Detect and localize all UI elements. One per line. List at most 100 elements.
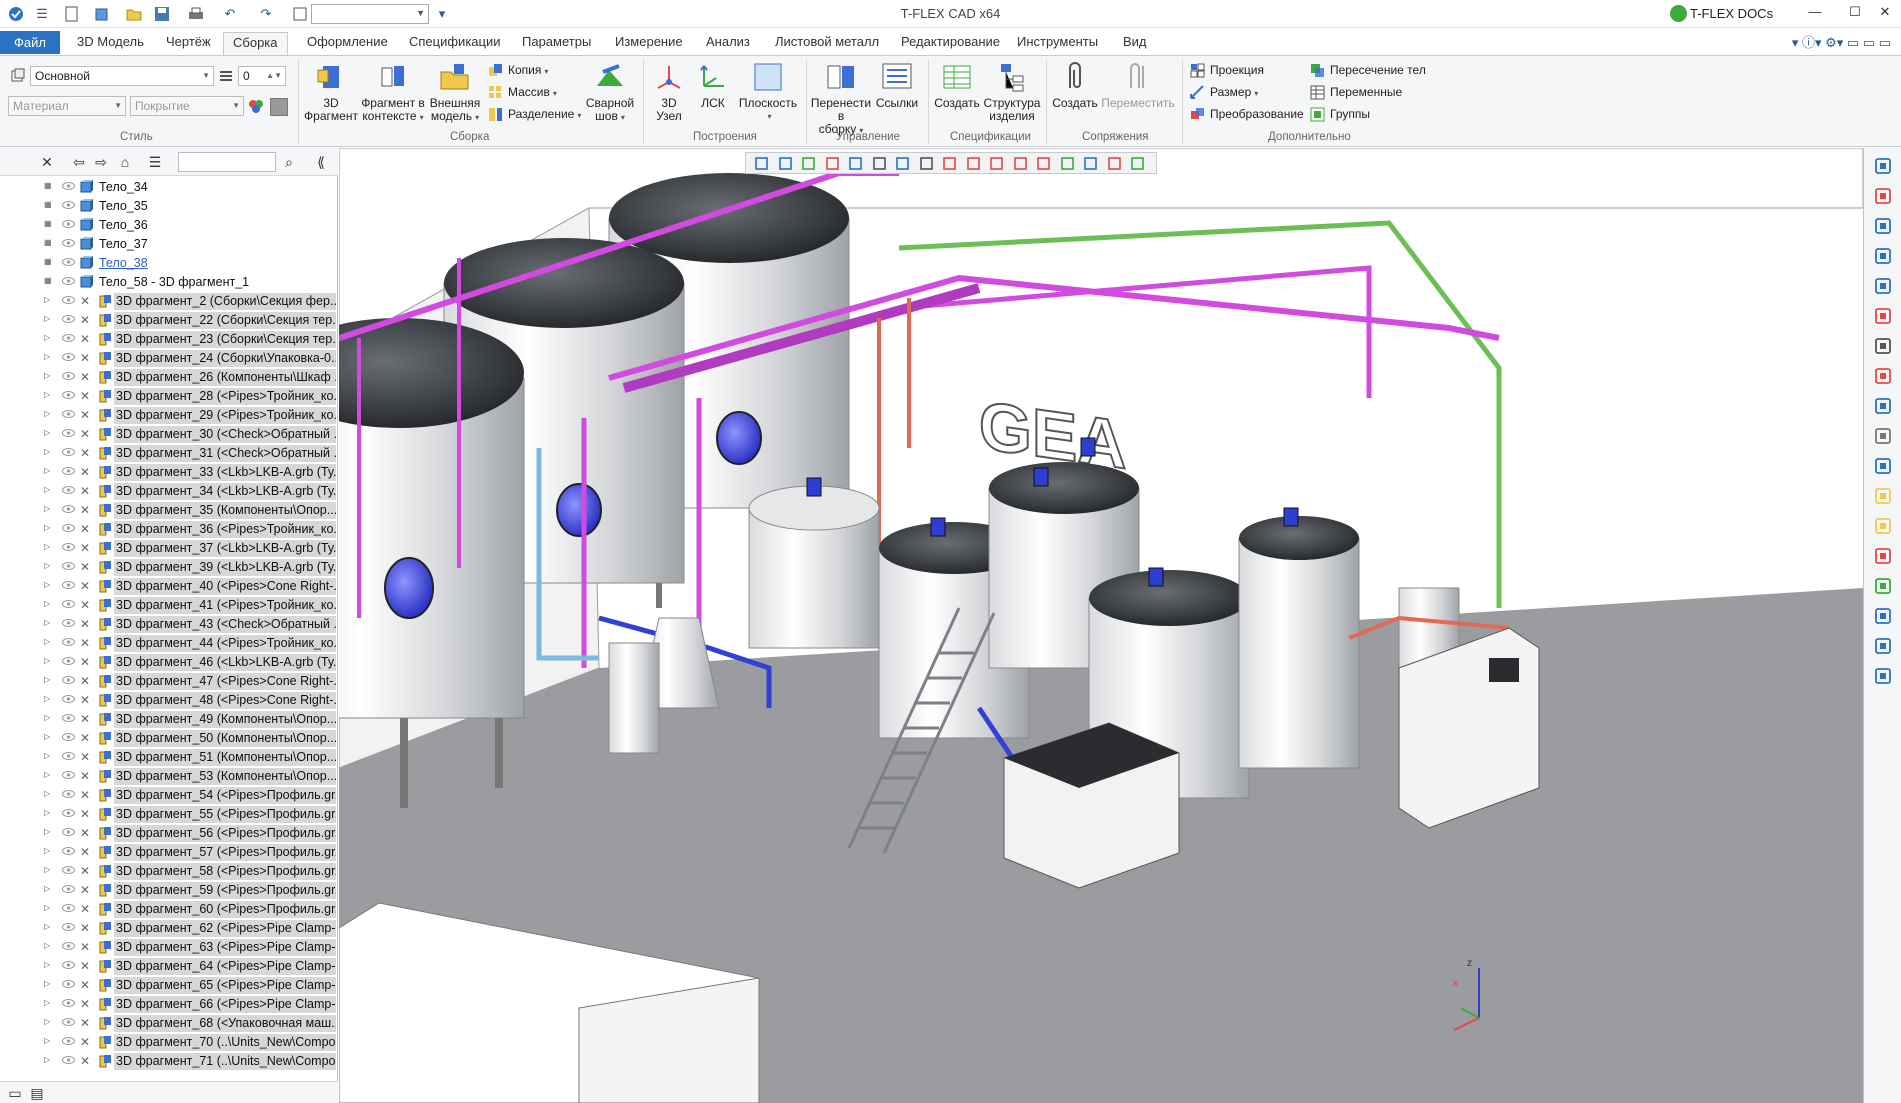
panel-tab-2-icon[interactable]: ▤ bbox=[28, 1084, 46, 1102]
expand-arrow-icon[interactable]: ▷ bbox=[44, 333, 50, 342]
exclude-icon[interactable]: ✕ bbox=[80, 921, 90, 935]
eye-icon[interactable] bbox=[62, 523, 75, 533]
eye-icon[interactable] bbox=[62, 390, 75, 400]
drag-handle-icon[interactable]: ▦ bbox=[44, 257, 52, 266]
tree-fragment-item[interactable]: ▷ ✕ 3D фрагмент_35 (Компоненты\Опор... bbox=[36, 501, 336, 520]
expand-arrow-icon[interactable]: ▷ bbox=[44, 371, 50, 380]
filter-bodies-icon[interactable] bbox=[848, 156, 863, 171]
eye-icon[interactable] bbox=[62, 941, 75, 951]
eye-icon[interactable] bbox=[62, 998, 75, 1008]
filter-vertices-icon[interactable] bbox=[825, 156, 840, 171]
tree-fragment-item[interactable]: ▷ ✕ 3D фрагмент_62 (<Pipes>Pipe Clamp-... bbox=[36, 919, 336, 938]
undo-icon[interactable]: ↶ bbox=[220, 4, 240, 24]
section-view-icon[interactable] bbox=[1873, 306, 1893, 326]
expand-arrow-icon[interactable]: ▷ bbox=[44, 903, 50, 912]
t-flex-docs-label[interactable]: T-FLEX DOCs bbox=[1690, 6, 1773, 21]
exclude-icon[interactable]: ✕ bbox=[80, 769, 90, 783]
eye-icon[interactable] bbox=[62, 637, 75, 647]
tree-fragment-item[interactable]: ▷ ✕ 3D фрагмент_2 (Сборки\Секция фер... bbox=[36, 292, 336, 311]
eye-icon[interactable] bbox=[62, 1055, 75, 1065]
tree-fragment-item[interactable]: ▷ ✕ 3D фрагмент_33 (<Lkb>LKB-A.grb (Ту... bbox=[36, 463, 336, 482]
tree-fragment-item[interactable]: ▷ ✕ 3D фрагмент_22 (Сборки\Секция тер... bbox=[36, 311, 336, 330]
tree-fragment-item[interactable]: ▷ ✕ 3D фрагмент_24 (Сборки\Упаковка-0... bbox=[36, 349, 336, 368]
expand-arrow-icon[interactable]: ▷ bbox=[44, 922, 50, 931]
exclude-icon[interactable]: ✕ bbox=[80, 541, 90, 555]
move-to-assembly-button[interactable]: Перенести в сборку ▾ bbox=[810, 60, 872, 137]
eye-icon[interactable] bbox=[62, 979, 75, 989]
eye-icon[interactable] bbox=[62, 808, 75, 818]
save-icon[interactable] bbox=[152, 4, 172, 24]
groups-button[interactable]: Группы bbox=[1310, 104, 1370, 124]
exclude-icon[interactable]: ✕ bbox=[80, 332, 90, 346]
tree-fragment-item[interactable]: ▷ ✕ 3D фрагмент_41 (<Pipes>Тройник_ко... bbox=[36, 596, 336, 615]
collapse-panel-icon[interactable]: ⟪ bbox=[312, 153, 330, 171]
size-button[interactable]: Размер ▾ bbox=[1190, 82, 1258, 102]
color-swatch[interactable] bbox=[270, 98, 288, 116]
eye-icon[interactable] bbox=[62, 504, 75, 514]
help-and-settings-icons[interactable]: ▾ ⓘ▾ ⚙▾ ▭ ▭ ▭ bbox=[1792, 32, 1891, 51]
expand-arrow-icon[interactable]: ▷ bbox=[44, 542, 50, 551]
shaded-icon[interactable] bbox=[1873, 516, 1893, 536]
expand-arrow-icon[interactable]: ▷ bbox=[44, 675, 50, 684]
tree-fragment-item[interactable]: ▷ ✕ 3D фрагмент_46 (<Lkb>LKB-A.grb (Ту... bbox=[36, 653, 336, 672]
expand-arrow-icon[interactable]: ▷ bbox=[44, 960, 50, 969]
eye-icon[interactable] bbox=[62, 713, 75, 723]
exclude-icon[interactable]: ✕ bbox=[80, 712, 90, 726]
tree-fragment-item[interactable]: ▷ ✕ 3D фрагмент_59 (<Pipes>Профиль.gr... bbox=[36, 881, 336, 900]
exclude-icon[interactable]: ✕ bbox=[80, 636, 90, 650]
copy-button[interactable]: Копия ▾ bbox=[488, 60, 548, 80]
eye-icon[interactable] bbox=[62, 1036, 75, 1046]
tab-specifications[interactable]: Спецификации bbox=[400, 32, 510, 54]
exclude-icon[interactable]: ✕ bbox=[80, 978, 90, 992]
exclude-icon[interactable]: ✕ bbox=[80, 845, 90, 859]
new-file-icon[interactable] bbox=[62, 4, 82, 24]
tree-body-item[interactable]: ▦ Тело_58 - 3D фрагмент_1 bbox=[36, 273, 336, 292]
eye-icon[interactable] bbox=[62, 409, 75, 419]
select-all-icon[interactable] bbox=[872, 156, 887, 171]
material-select[interactable]: Материал ▼ bbox=[8, 96, 126, 116]
eye-icon[interactable] bbox=[62, 599, 75, 609]
print-icon[interactable] bbox=[186, 4, 206, 24]
display-mode-icon[interactable] bbox=[1873, 576, 1893, 596]
variables-button[interactable]: Переменные bbox=[1310, 82, 1402, 102]
redo-icon[interactable]: ↷ bbox=[256, 4, 276, 24]
eye-icon[interactable] bbox=[62, 219, 75, 229]
exclude-icon[interactable]: ✕ bbox=[80, 579, 90, 593]
back-icon[interactable]: ⇦ bbox=[70, 153, 88, 171]
tree-fragment-item[interactable]: ▷ ✕ 3D фрагмент_60 (<Pipes>Профиль.gr... bbox=[36, 900, 336, 919]
red-cube-icon[interactable] bbox=[1036, 156, 1051, 171]
tree-fragment-item[interactable]: ▷ ✕ 3D фрагмент_64 (<Pipes>Pipe Clamp-... bbox=[36, 957, 336, 976]
eye-icon[interactable] bbox=[62, 428, 75, 438]
tab-editing[interactable]: Редактирование bbox=[892, 32, 1009, 54]
tree-body-item[interactable]: ▦ Тело_36 bbox=[36, 216, 336, 235]
exclude-icon[interactable]: ✕ bbox=[80, 427, 90, 441]
tab-formatting[interactable]: Оформление bbox=[298, 32, 397, 54]
red-box-icon[interactable] bbox=[989, 156, 1004, 171]
create-specification-button[interactable]: Создать bbox=[932, 60, 982, 110]
exclude-icon[interactable]: ✕ bbox=[80, 484, 90, 498]
tree-fragment-item[interactable]: ▷ ✕ 3D фрагмент_51 (Компоненты\Опор... bbox=[36, 748, 336, 767]
drag-handle-icon[interactable]: ▦ bbox=[44, 276, 52, 285]
exclude-icon[interactable]: ✕ bbox=[80, 294, 90, 308]
tree-fragment-item[interactable]: ▷ ✕ 3D фрагмент_31 (<Check>Обратный ... bbox=[36, 444, 336, 463]
expand-arrow-icon[interactable]: ▷ bbox=[44, 770, 50, 779]
expand-arrow-icon[interactable]: ▷ bbox=[44, 656, 50, 665]
tree-fragment-item[interactable]: ▷ ✕ 3D фрагмент_36 (<Pipes>Тройник_ко... bbox=[36, 520, 336, 539]
expand-arrow-icon[interactable]: ▷ bbox=[44, 732, 50, 741]
tree-fragment-item[interactable]: ▷ ✕ 3D фрагмент_66 (<Pipes>Pipe Clamp-... bbox=[36, 995, 336, 1014]
quick-access-combo[interactable]: ▼ bbox=[311, 4, 429, 24]
exclude-icon[interactable]: ✕ bbox=[80, 750, 90, 764]
tree-fragment-item[interactable]: ▷ ✕ 3D фрагмент_40 (<Pipes>Cone Right-... bbox=[36, 577, 336, 596]
expand-arrow-icon[interactable]: ▷ bbox=[44, 561, 50, 570]
exclude-icon[interactable]: ✕ bbox=[80, 902, 90, 916]
tree-fragment-item[interactable]: ▷ ✕ 3D фрагмент_34 (<Lkb>LKB-A.grb (Ту... bbox=[36, 482, 336, 501]
tree-fragment-item[interactable]: ▷ ✕ 3D фрагмент_54 (<Pipes>Профиль.gr... bbox=[36, 786, 336, 805]
tree-fragment-item[interactable]: ▷ ✕ 3D фрагмент_56 (<Pipes>Профиль.gr... bbox=[36, 824, 336, 843]
filter-curves-icon[interactable] bbox=[919, 156, 934, 171]
tab-sheet-metal[interactable]: Листовой металл bbox=[766, 32, 888, 54]
exclude-icon[interactable]: ✕ bbox=[80, 503, 90, 517]
zoom-all-icon[interactable] bbox=[1873, 276, 1893, 296]
expand-arrow-icon[interactable]: ▷ bbox=[44, 637, 50, 646]
color-palette-icon[interactable] bbox=[248, 98, 264, 114]
green-cube-icon[interactable] bbox=[1060, 156, 1075, 171]
